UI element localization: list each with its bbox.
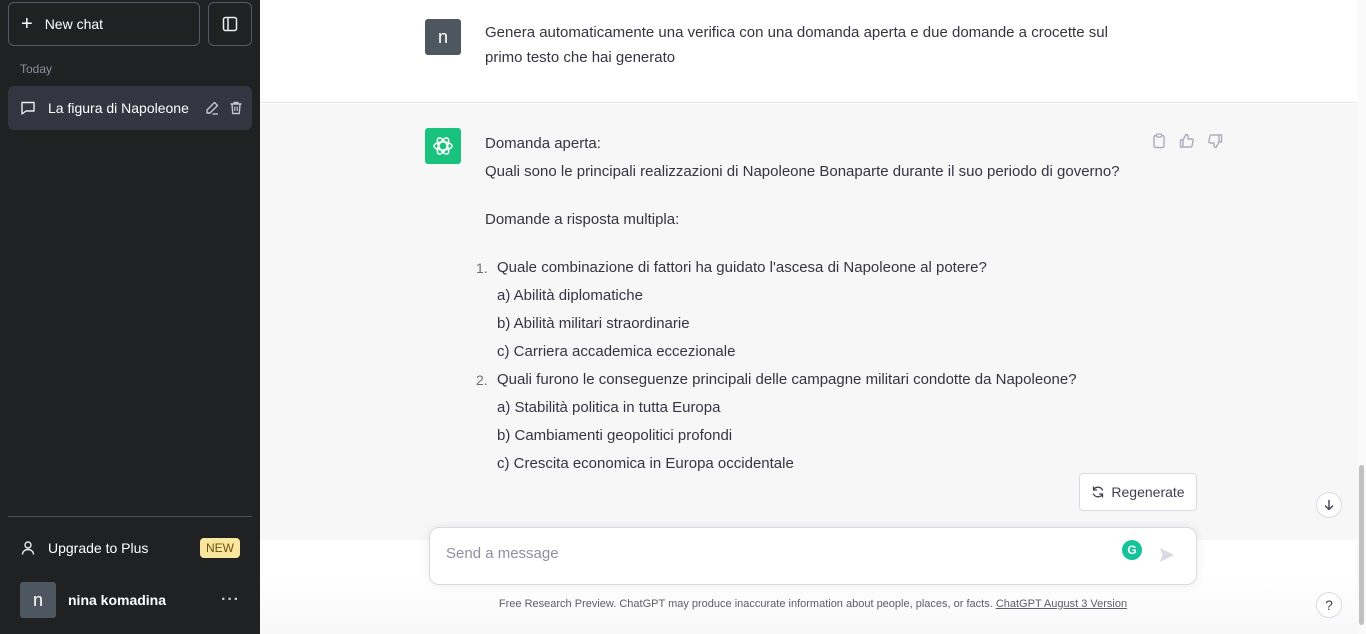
- trash-icon[interactable]: [228, 100, 244, 116]
- new-chat-label: New chat: [44, 16, 104, 32]
- chat-bubble-icon: [20, 100, 36, 116]
- user-message-text: Genera automaticamente una verifica con …: [485, 24, 1108, 66]
- message-input[interactable]: [446, 545, 1106, 562]
- sidebar-chat-item[interactable]: La figura di Napoleone: [8, 86, 252, 130]
- version-link[interactable]: ChatGPT August 3 Version: [996, 598, 1127, 610]
- more-icon[interactable]: ···: [221, 591, 240, 609]
- footer-text: Free Research Preview. ChatGPT may produ…: [498, 598, 996, 610]
- user-icon: [20, 540, 36, 556]
- section-label-today: Today: [20, 62, 53, 76]
- new-badge: NEW: [200, 538, 240, 558]
- plus-icon: +: [21, 13, 33, 35]
- open-question-text: Quali sono le principali realizzazioni d…: [485, 163, 1120, 180]
- scroll-to-bottom-button[interactable]: [1316, 492, 1342, 518]
- upgrade-label: Upgrade to Plus: [48, 540, 149, 556]
- message-composer: G: [429, 527, 1197, 585]
- message-actions: [1150, 132, 1224, 150]
- answer-option: c) Crescita economica in Europa occident…: [497, 455, 794, 472]
- thumbs-down-icon[interactable]: [1206, 132, 1224, 150]
- regenerate-label: Regenerate: [1111, 484, 1185, 500]
- list-item: 1. Quale combinazione di fattori ha guid…: [476, 254, 1145, 282]
- new-chat-button[interactable]: + New chat: [8, 2, 200, 46]
- answer-option: a) Stabilità politica in tutta Europa: [497, 399, 721, 416]
- user-menu[interactable]: n nina komadina ···: [8, 578, 252, 622]
- regenerate-button[interactable]: Regenerate: [1079, 473, 1197, 511]
- help-button[interactable]: ?: [1316, 592, 1342, 618]
- assistant-message-content: Domanda aperta: Quali sono le principali…: [476, 130, 1145, 478]
- upgrade-to-plus-button[interactable]: Upgrade to Plus NEW: [8, 526, 252, 570]
- user-message-avatar: n: [425, 19, 461, 55]
- main-chat-area: n Genera automaticamente una verifica co…: [260, 0, 1366, 634]
- grammarly-icon[interactable]: G: [1122, 540, 1142, 560]
- list-item: 2. Quali furono le conseguenze principal…: [476, 366, 1145, 394]
- question-text: Quali furono le conseguenze principali d…: [497, 371, 1077, 388]
- assistant-avatar: [425, 128, 461, 164]
- user-message: n Genera automaticamente una verifica co…: [260, 0, 1357, 103]
- footer-disclaimer: Free Research Preview. ChatGPT may produ…: [260, 598, 1366, 610]
- question-list: 1. Quale combinazione di fattori ha guid…: [476, 254, 1145, 478]
- arrow-down-icon: [1323, 499, 1335, 511]
- question-number: 1.: [476, 260, 488, 276]
- openai-logo-icon: [431, 134, 455, 158]
- answer-option: c) Carriera accademica eccezionale: [497, 343, 736, 360]
- multiple-choice-heading: Domande a risposta multipla:: [485, 211, 680, 228]
- copy-icon[interactable]: [1150, 132, 1168, 150]
- scrollbar[interactable]: [1357, 0, 1366, 634]
- question-number: 2.: [476, 372, 488, 388]
- toggle-sidebar-button[interactable]: [208, 2, 252, 46]
- thumbs-up-icon[interactable]: [1178, 132, 1196, 150]
- open-question-heading: Domanda aperta:: [485, 135, 601, 152]
- refresh-icon: [1091, 485, 1105, 499]
- question-text: Quale combinazione di fattori ha guidato…: [497, 259, 987, 276]
- answer-option: b) Abilità militari straordinarie: [497, 315, 690, 332]
- sidebar: + New chat Today La figura di Napoleone …: [0, 0, 260, 634]
- user-name: nina komadina: [68, 592, 167, 608]
- answer-option: a) Abilità diplomatiche: [497, 287, 643, 304]
- send-button[interactable]: [1158, 546, 1176, 564]
- send-icon: [1160, 548, 1174, 562]
- avatar: n: [20, 582, 56, 618]
- sidebar-toggle-icon: [222, 16, 238, 32]
- sidebar-divider: [8, 516, 252, 517]
- scrollbar-thumb[interactable]: [1359, 465, 1364, 625]
- edit-icon[interactable]: [204, 100, 220, 116]
- answer-option: b) Cambiamenti geopolitici profondi: [497, 427, 733, 444]
- chat-item-title: La figura di Napoleone: [48, 100, 189, 116]
